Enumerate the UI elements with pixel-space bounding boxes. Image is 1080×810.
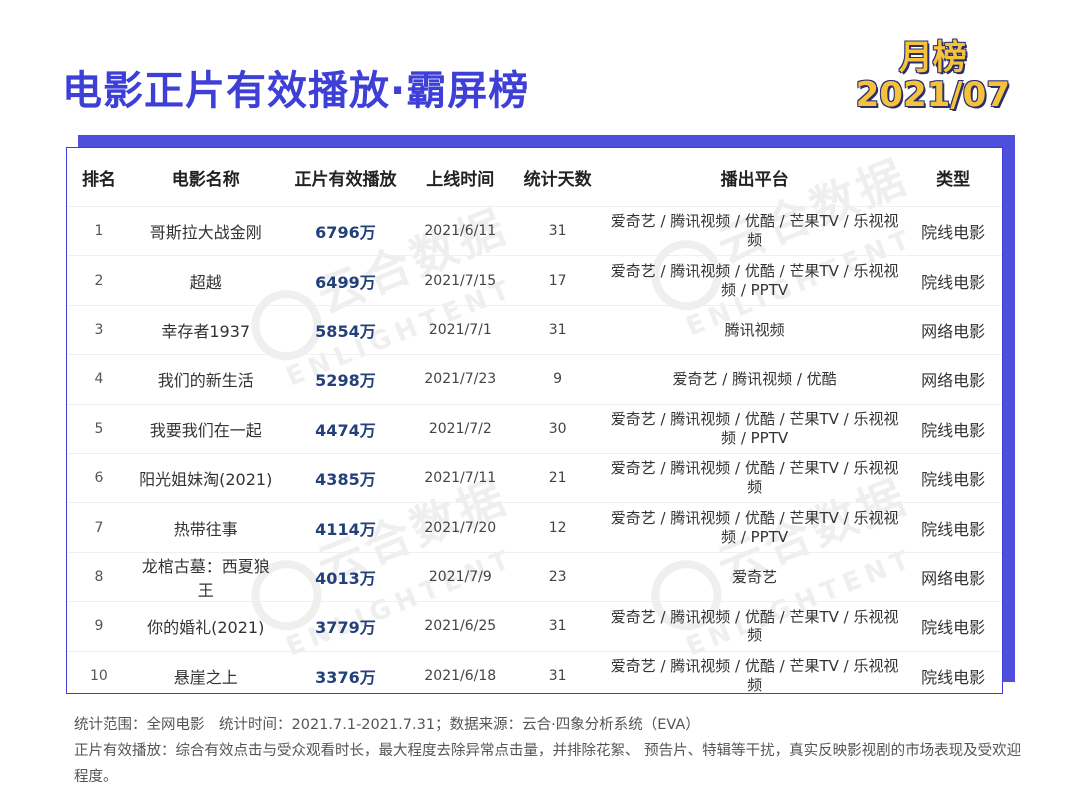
cell-platform: 爱奇艺 / 腾讯视频 / 优酷 / 芒果TV / 乐视视频 / PPTV bbox=[605, 502, 905, 553]
cell-type: 网络电影 bbox=[904, 304, 1002, 355]
table-row: 2 超越 6499万 2021/7/15 17 爱奇艺 / 腾讯视频 / 优酷 … bbox=[67, 255, 1002, 306]
cell-rank: 1 bbox=[67, 205, 131, 256]
cell-days: 9 bbox=[510, 354, 606, 405]
cell-views: 4474万 bbox=[280, 403, 411, 454]
cell-days: 12 bbox=[510, 502, 606, 553]
cell-name: 超越 bbox=[130, 255, 281, 306]
cell-days: 23 bbox=[510, 551, 606, 602]
footer-definition-note: 正片有效播放：综合有效点击与受众观看时长，最大程度去除异常点击量，并排除花絮、 … bbox=[74, 743, 1022, 785]
table-row: 5 我要我们在一起 4474万 2021/7/2 30 爱奇艺 / 腾讯视频 /… bbox=[67, 403, 1002, 454]
monthly-badge: 月榜 2021/07 bbox=[855, 38, 1010, 116]
cell-name: 热带往事 bbox=[130, 502, 281, 553]
ranking-table-container: 云合数据 ENLIGHTENT 云合数据 ENLIGHTENT 云合数据 ENL… bbox=[66, 147, 1003, 694]
page-title: 电影正片有效播放·霸屏榜 bbox=[62, 68, 530, 114]
cell-type: 网络电影 bbox=[904, 354, 1002, 405]
cell-days: 31 bbox=[510, 601, 606, 652]
cell-days: 31 bbox=[510, 650, 606, 693]
cell-name: 阳光姐妹淘(2021) bbox=[130, 452, 281, 503]
table-row: 7 热带往事 4114万 2021/7/20 12 爱奇艺 / 腾讯视频 / 优… bbox=[67, 502, 1002, 553]
cell-views: 3779万 bbox=[280, 601, 411, 652]
cell-name: 龙棺古墓：西夏狼王 bbox=[130, 551, 281, 602]
cell-rank: 8 bbox=[67, 551, 131, 602]
cell-rank: 4 bbox=[67, 354, 131, 405]
cell-name: 我要我们在一起 bbox=[130, 403, 281, 454]
cell-views: 6499万 bbox=[280, 255, 411, 306]
cell-platform: 爱奇艺 / 腾讯视频 / 优酷 bbox=[605, 354, 905, 405]
cell-rank: 5 bbox=[67, 403, 131, 454]
cell-rank: 3 bbox=[67, 304, 131, 355]
cell-days: 21 bbox=[510, 452, 606, 503]
cell-date: 2021/7/1 bbox=[410, 304, 511, 355]
cell-type: 院线电影 bbox=[904, 502, 1002, 553]
cell-type: 网络电影 bbox=[904, 551, 1002, 602]
cell-platform: 爱奇艺 / 腾讯视频 / 优酷 / 芒果TV / 乐视视频 bbox=[605, 205, 905, 256]
cell-platform: 爱奇艺 / 腾讯视频 / 优酷 / 芒果TV / 乐视视频 / PPTV bbox=[605, 255, 905, 306]
cell-views: 6796万 bbox=[280, 205, 411, 256]
cell-date: 2021/7/20 bbox=[410, 502, 511, 553]
cell-date: 2021/7/11 bbox=[410, 452, 511, 503]
cell-views: 4114万 bbox=[280, 502, 411, 553]
cell-platform: 腾讯视频 bbox=[605, 304, 905, 355]
cell-rank: 7 bbox=[67, 502, 131, 553]
cell-date: 2021/6/25 bbox=[410, 601, 511, 652]
table-row: 6 阳光姐妹淘(2021) 4385万 2021/7/11 21 爱奇艺 / 腾… bbox=[67, 452, 1002, 503]
cell-views: 4013万 bbox=[280, 551, 411, 602]
cell-date: 2021/6/11 bbox=[410, 205, 511, 256]
column-header-rank: 排名 bbox=[81, 169, 116, 190]
cell-platform: 爱奇艺 / 腾讯视频 / 优酷 / 芒果TV / 乐视视频 bbox=[605, 650, 905, 693]
table-row: 9 你的婚礼(2021) 3779万 2021/6/25 31 爱奇艺 / 腾讯… bbox=[67, 601, 1002, 652]
cell-days: 31 bbox=[510, 205, 606, 256]
cell-type: 院线电影 bbox=[904, 601, 1002, 652]
cell-type: 院线电影 bbox=[904, 255, 1002, 306]
cell-type: 院线电影 bbox=[904, 403, 1002, 454]
table-header-row: 排名 电影名称 正片有效播放 上线时间 统计天数 播出平台 类型 bbox=[67, 148, 1002, 207]
table-row: 4 我们的新生活 5298万 2021/7/23 9 爱奇艺 / 腾讯视频 / … bbox=[67, 354, 1002, 405]
footer-notes: 统计范围：全网电影 统计时间：2021.7.1-2021.7.31；数据来源：云… bbox=[74, 712, 1024, 790]
cell-type: 院线电影 bbox=[904, 650, 1002, 693]
column-header-date: 上线时间 bbox=[426, 169, 495, 190]
cell-rank: 2 bbox=[67, 255, 131, 306]
table-row: 3 幸存者1937 5854万 2021/7/1 31 腾讯视频 网络电影 bbox=[67, 304, 1002, 355]
column-header-type: 类型 bbox=[936, 169, 971, 190]
cell-platform: 爱奇艺 / 腾讯视频 / 优酷 / 芒果TV / 乐视视频 bbox=[605, 452, 905, 503]
cell-date: 2021/7/23 bbox=[410, 354, 511, 405]
badge-period: 2021/07 bbox=[855, 75, 1010, 116]
cell-rank: 9 bbox=[67, 601, 131, 652]
cell-platform: 爱奇艺 bbox=[605, 551, 905, 602]
cell-date: 2021/7/9 bbox=[410, 551, 511, 602]
column-header-name: 电影名称 bbox=[171, 169, 240, 190]
column-header-days: 统计天数 bbox=[523, 169, 592, 190]
cell-name: 我们的新生活 bbox=[130, 354, 281, 405]
table-row: 1 哥斯拉大战金刚 6796万 2021/6/11 31 爱奇艺 / 腾讯视频 … bbox=[67, 205, 1002, 256]
table-row: 8 龙棺古墓：西夏狼王 4013万 2021/7/9 23 爱奇艺 网络电影 bbox=[67, 551, 1002, 602]
cell-days: 17 bbox=[510, 255, 606, 306]
footer-scope-note: 统计范围：全网电影 统计时间：2021.7.1-2021.7.31；数据来源：云… bbox=[74, 717, 700, 733]
cell-views: 5854万 bbox=[280, 304, 411, 355]
ranking-table: 排名 电影名称 正片有效播放 上线时间 统计天数 播出平台 类型 1 哥斯拉大战… bbox=[67, 148, 1002, 693]
cell-views: 4385万 bbox=[280, 452, 411, 503]
cell-date: 2021/7/15 bbox=[410, 255, 511, 306]
table-row: 10 悬崖之上 3376万 2021/6/18 31 爱奇艺 / 腾讯视频 / … bbox=[67, 650, 1002, 693]
cell-name: 你的婚礼(2021) bbox=[130, 601, 281, 652]
cell-name: 幸存者1937 bbox=[130, 304, 281, 355]
column-header-platform: 播出平台 bbox=[720, 169, 789, 190]
cell-type: 院线电影 bbox=[904, 452, 1002, 503]
cell-platform: 爱奇艺 / 腾讯视频 / 优酷 / 芒果TV / 乐视视频 bbox=[605, 601, 905, 652]
cell-rank: 6 bbox=[67, 452, 131, 503]
badge-label: 月榜 bbox=[898, 38, 967, 78]
cell-rank: 10 bbox=[67, 650, 131, 693]
column-header-views: 正片有效播放 bbox=[294, 169, 397, 190]
cell-views: 5298万 bbox=[280, 354, 411, 405]
cell-type: 院线电影 bbox=[904, 205, 1002, 256]
cell-date: 2021/7/2 bbox=[410, 403, 511, 454]
cell-views: 3376万 bbox=[280, 650, 411, 693]
cell-date: 2021/6/18 bbox=[410, 650, 511, 693]
cell-days: 30 bbox=[510, 403, 606, 454]
cell-days: 31 bbox=[510, 304, 606, 355]
cell-platform: 爱奇艺 / 腾讯视频 / 优酷 / 芒果TV / 乐视视频 / PPTV bbox=[605, 403, 905, 454]
cell-name: 悬崖之上 bbox=[130, 650, 281, 693]
cell-name: 哥斯拉大战金刚 bbox=[130, 205, 281, 256]
